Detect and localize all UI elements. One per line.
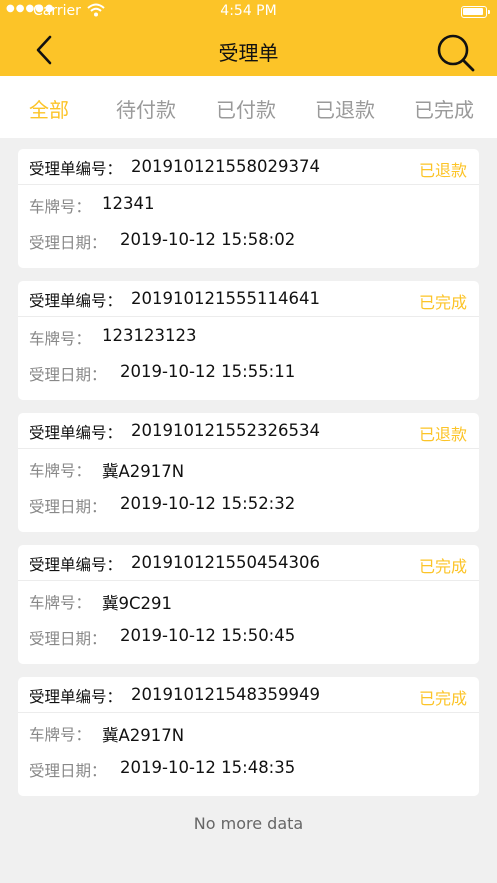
plate-label: 车牌号：	[29, 330, 92, 348]
order-card[interactable]: 受理单编号： 201910121550454306 已完成 车牌号： 冀9C29…	[18, 545, 479, 664]
plate-label: 车牌号：	[29, 726, 92, 744]
order-no-value: 201910121552326534	[131, 421, 320, 440]
status-tab-bar: 全部 待付款 已付款 已退款 已完成	[0, 76, 497, 138]
status-time: 4:54 PM	[220, 3, 277, 19]
date-value: 2019-10-12 15:58:02	[120, 230, 296, 249]
order-no-label: 受理单编号：	[29, 424, 123, 442]
order-status: 已退款	[418, 161, 467, 180]
nav-header: ●●●●● Carrier 4:54 PM 受理单	[0, 0, 497, 76]
plate-label: 车牌号：	[29, 198, 92, 216]
plate-value: 12341	[102, 194, 155, 213]
tab-paid[interactable]: 已付款	[216, 94, 276, 123]
order-no-value: 201910121550454306	[131, 553, 320, 572]
date-value: 2019-10-12 15:52:32	[120, 494, 296, 513]
tab-refunded[interactable]: 已退款	[315, 94, 375, 123]
plate-label: 车牌号：	[29, 594, 92, 612]
date-label: 受理日期：	[29, 630, 107, 648]
date-label: 受理日期：	[29, 234, 107, 252]
no-more-data-label: No more data	[193, 814, 304, 833]
order-no-label: 受理单编号：	[29, 556, 123, 574]
order-no-label: 受理单编号：	[29, 688, 123, 706]
order-no-label: 受理单编号：	[29, 160, 123, 178]
plate-value: 123123123	[102, 326, 197, 345]
order-card[interactable]: 受理单编号： 201910121552326534 已退款 车牌号： 冀A291…	[18, 413, 479, 532]
order-status: 已完成	[418, 293, 467, 312]
plate-value: 冀A2917N	[102, 726, 185, 745]
battery-icon	[461, 6, 490, 18]
order-status: 已完成	[418, 557, 467, 576]
search-icon[interactable]	[434, 31, 476, 73]
order-card[interactable]: 受理单编号： 201910121558029374 已退款 车牌号： 12341…	[18, 149, 479, 268]
plate-value: 冀9C291	[102, 594, 173, 613]
tab-pending-payment[interactable]: 待付款	[116, 94, 176, 123]
date-value: 2019-10-12 15:50:45	[120, 626, 296, 645]
date-label: 受理日期：	[29, 498, 107, 516]
tab-all[interactable]: 全部	[29, 94, 69, 123]
tab-completed[interactable]: 已完成	[414, 94, 474, 123]
order-no-value: 201910121558029374	[131, 157, 320, 176]
order-status: 已退款	[418, 425, 467, 444]
order-no-value: 201910121548359949	[131, 685, 320, 704]
order-card[interactable]: 受理单编号： 201910121555114641 已完成 车牌号： 12312…	[18, 281, 479, 400]
status-bar: ●●●●● Carrier 4:54 PM	[0, 0, 497, 24]
order-status: 已完成	[418, 689, 467, 708]
date-value: 2019-10-12 15:55:11	[120, 362, 296, 381]
order-no-label: 受理单编号：	[29, 292, 123, 310]
order-no-value: 201910121555114641	[131, 289, 320, 308]
date-value: 2019-10-12 15:48:35	[120, 758, 296, 777]
date-label: 受理日期：	[29, 366, 107, 384]
plate-value: 冀A2917N	[102, 462, 185, 481]
date-label: 受理日期：	[29, 762, 107, 780]
page-title: 受理单	[218, 41, 279, 65]
order-card[interactable]: 受理单编号： 201910121548359949 已完成 车牌号： 冀A291…	[18, 677, 479, 796]
plate-label: 车牌号：	[29, 462, 92, 480]
